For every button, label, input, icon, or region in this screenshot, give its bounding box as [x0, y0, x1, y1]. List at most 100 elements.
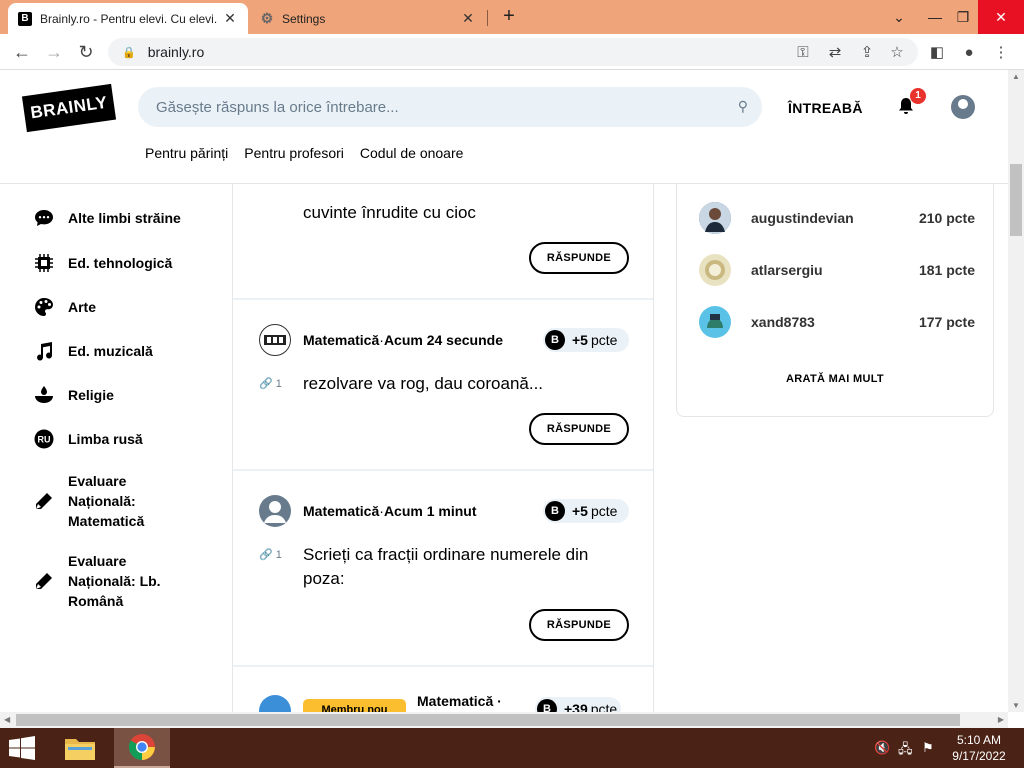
tab-separator [487, 10, 488, 26]
subject-link[interactable]: Matematică · [417, 693, 502, 709]
leaderboard-panel: augustindevian 210 pcte atlarsergiu 181 … [676, 184, 994, 417]
new-member-badge: Membru nou [303, 699, 406, 712]
link-teachers[interactable]: Pentru profesori [244, 145, 344, 161]
question-text[interactable]: cuvinte înrudite cu cioc [303, 201, 623, 225]
tab-search-chevron-icon[interactable]: ⌄ [882, 0, 916, 34]
user-avatar[interactable] [259, 495, 291, 527]
sidebar-item-label: Ed. muzicală [68, 343, 153, 359]
notification-count-badge: 1 [910, 88, 926, 104]
user-avatar[interactable] [259, 695, 291, 712]
share-icon[interactable]: ⇪ [856, 42, 878, 64]
sidebar-item-limba-rusa[interactable]: RU Limba rusă [34, 429, 188, 449]
sidebar-item-alte-limbi[interactable]: Alte limbi străine [34, 208, 188, 228]
network-icon[interactable]: 🖧 [898, 740, 913, 762]
brainly-points-icon: B [537, 699, 557, 712]
subjects-sidebar: Alte limbi străine Ed. tehnologică Arte … [0, 184, 232, 712]
forward-arrow-icon[interactable]: → [42, 40, 66, 64]
svg-text:RU: RU [38, 435, 51, 445]
answer-button[interactable]: RĂSPUNDE [529, 413, 629, 445]
reload-icon[interactable]: ↻ [74, 40, 98, 64]
vertical-scrollbar[interactable]: ▲ ▼ [1008, 70, 1024, 712]
leaderboard-row[interactable]: xand8783 177 pcte [699, 306, 975, 338]
leaderboard-points: 210 pcte [918, 210, 975, 226]
bookmark-star-icon[interactable]: ☆ [886, 42, 908, 64]
answer-button[interactable]: RĂSPUNDE [529, 242, 629, 274]
sidebar-item-en-matematica[interactable]: Evaluare Națională: Matematică [34, 471, 188, 531]
horizontal-scrollbar[interactable]: ◀ ▶ [0, 712, 1008, 728]
sidebar-item-en-romana[interactable]: Evaluare Națională: Lb. Română [34, 551, 188, 611]
close-tab-icon[interactable]: ✕ [222, 10, 238, 27]
sidebar-item-ed-muzicala[interactable]: Ed. muzicală [34, 341, 188, 361]
questions-feed: cuvinte înrudite cu cioc RĂSPUNDE Matema… [232, 184, 654, 712]
clock-time: 5:10 AM [956, 733, 1002, 747]
notifications-bell-icon[interactable]: 1 [896, 88, 926, 118]
link-honor-code[interactable]: Codul de onoare [360, 145, 464, 161]
windows-taskbar: 🔇 🖧 ⚑ 5:10 AM 9/17/2022 [0, 728, 1024, 768]
menu-dots-icon[interactable]: ⋮ [990, 42, 1012, 64]
profile-icon[interactable]: ● [958, 42, 980, 64]
leaderboard-points: 177 pcte [918, 314, 975, 330]
tab-title: Settings [282, 11, 326, 26]
chat-bubble-icon [34, 208, 54, 228]
search-icon[interactable]: ⚲ [738, 98, 748, 115]
chrome-icon[interactable] [114, 728, 170, 768]
restore-button[interactable]: ❐ [946, 0, 980, 34]
leaderboard-row[interactable]: atlarsergiu 181 pcte [699, 254, 975, 286]
scroll-right-arrow-icon[interactable]: ▶ [998, 715, 1004, 724]
new-tab-button[interactable]: + [498, 6, 520, 28]
paperclip-icon: 🔗 [259, 549, 273, 561]
ask-button[interactable]: ÎNTREABĂ [788, 100, 863, 116]
subject-link[interactable]: Matematică [303, 332, 379, 348]
user-avatar[interactable] [259, 324, 291, 356]
palette-icon [34, 297, 54, 317]
vertical-scroll-thumb[interactable] [1010, 164, 1022, 236]
question-text[interactable]: Scrieți ca fracții ordinare numerele din… [303, 543, 623, 591]
user-avatar[interactable] [951, 95, 975, 119]
sidebar-item-label: Evaluare Națională: Lb. Română [68, 553, 161, 609]
window-close-button[interactable]: ✕ [978, 0, 1024, 34]
file-explorer-icon[interactable] [52, 728, 108, 768]
points-badge: B +5 pcte [543, 499, 629, 523]
points-badge: B +5 pcte [543, 328, 629, 352]
header-links: Pentru părinți Pentru profesori Codul de… [145, 145, 463, 161]
question-text[interactable]: rezolvare va rog, dau coroană... [303, 372, 623, 396]
tab-settings[interactable]: ⚙ Settings ✕ [250, 3, 486, 34]
user-avatar [699, 202, 731, 234]
key-icon[interactable]: ⚿ [792, 42, 814, 64]
volume-muted-icon[interactable]: 🔇 [874, 740, 890, 756]
points-badge: B +39 pcte [535, 697, 621, 712]
brainly-points-icon: B [545, 330, 565, 350]
question-card: cuvinte înrudite cu cioc RĂSPUNDE [233, 184, 653, 300]
user-avatar [699, 254, 731, 286]
question-card: Membru nou Matematică · B +39 pcte [233, 667, 653, 712]
show-more-button[interactable]: ARATĂ MAI MULT [677, 373, 993, 385]
side-panel-icon[interactable]: ◧ [926, 42, 948, 64]
back-arrow-icon[interactable]: ← [10, 40, 34, 64]
tab-brainly[interactable]: B Brainly.ro - Pentru elevi. Cu elevi. ✕ [8, 3, 248, 34]
scroll-down-arrow-icon[interactable]: ▼ [1012, 701, 1020, 710]
horizontal-scroll-thumb[interactable] [16, 714, 960, 726]
sidebar-item-label: Ed. tehnologică [68, 255, 173, 271]
brainly-logo[interactable]: BRAINLY [21, 83, 117, 133]
taskbar-clock[interactable]: 5:10 AM 9/17/2022 [948, 732, 1010, 764]
url-text: brainly.ro [147, 44, 205, 60]
question-meta: Matematică·Acum 24 secunde [303, 332, 503, 348]
sidebar-item-arte[interactable]: Arte [34, 297, 188, 317]
sidebar-item-religie[interactable]: Religie [34, 385, 188, 405]
question-card: Matematică·Acum 24 secunde B +5 pcte 🔗 1… [233, 300, 653, 471]
attachment-indicator: 🔗 1 [259, 378, 282, 390]
question-meta: Matematică·Acum 1 minut [303, 503, 477, 519]
flag-icon[interactable]: ⚑ [922, 740, 934, 756]
scroll-up-arrow-icon[interactable]: ▲ [1012, 72, 1020, 81]
sidebar-item-ed-tehnologica[interactable]: Ed. tehnologică [34, 253, 188, 273]
close-tab-icon[interactable]: ✕ [460, 10, 476, 27]
link-parents[interactable]: Pentru părinți [145, 145, 228, 161]
answer-button[interactable]: RĂSPUNDE [529, 609, 629, 641]
translate-icon[interactable]: ⇄ [824, 42, 846, 64]
search-input[interactable]: Găsește răspuns la orice întrebare... ⚲ [138, 87, 762, 127]
leaderboard-row[interactable]: augustindevian 210 pcte [699, 202, 975, 234]
scroll-left-arrow-icon[interactable]: ◀ [4, 715, 10, 724]
subject-link[interactable]: Matematică [303, 503, 379, 519]
sidebar-item-label: Arte [68, 299, 97, 315]
windows-start-icon[interactable] [8, 736, 38, 760]
